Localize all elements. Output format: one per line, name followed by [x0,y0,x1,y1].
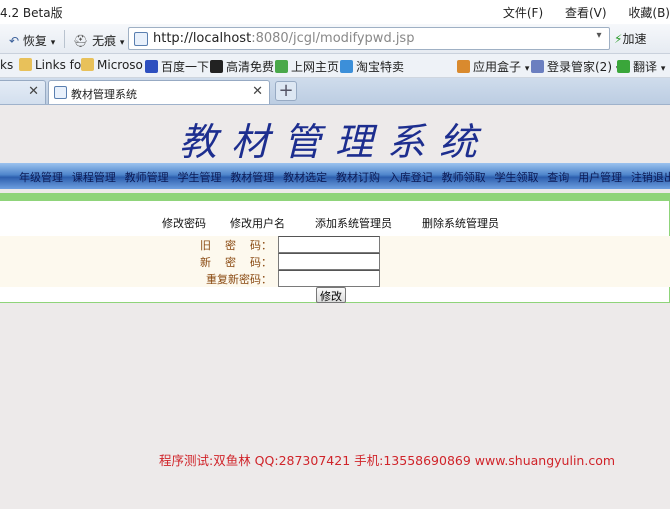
bookmark-item[interactable]: 应用盒子 ▾ [457,58,529,75]
form-row: 新 密 码： [0,253,670,270]
bookmark-item[interactable]: 淘宝特卖 [340,58,404,75]
bookmark-item[interactable]: 上网主页 [275,58,339,75]
bookmark-item[interactable]: 登录管家(2) ▾ [531,58,620,75]
video-icon [210,60,223,73]
apps-icon [457,60,470,73]
toolbar-divider [64,30,65,48]
window-title: 4.2 Beta版 [0,6,63,20]
folder-icon [81,58,94,71]
bookmark-item[interactable]: 高清免费 [210,58,274,75]
subnav-change-username[interactable]: 修改用户名 [230,215,285,231]
nav-grade[interactable]: 年级管理 [19,171,63,184]
browser-titlebar: 4.2 Beta版 文件(F) 查看(V) 收藏(B) [0,0,670,24]
bookmark-item[interactable]: Links fo [19,58,81,72]
menu-favorites[interactable]: 收藏(B) [628,6,670,20]
bookmark-item[interactable]: Microso [81,58,143,72]
new-password-label: 新 密 码： [200,256,272,269]
tab-previous[interactable]: ✕ [0,80,46,104]
app-header: 教材管理系统 [0,105,670,164]
nav-student-receive[interactable]: 学生领取 [494,171,538,184]
page-title: 教材管理系统 [178,120,491,164]
key-icon [531,60,544,73]
home-icon [275,60,288,73]
nav-stock-in[interactable]: 入库登记 [389,171,433,184]
chevron-down-icon[interactable]: ▾ [591,30,607,47]
nav-query[interactable]: 查询 [547,171,569,184]
menu-view[interactable]: 查看(V) [565,6,607,20]
restore-button[interactable]: ↶ 恢复 ▾ [4,28,60,50]
translate-icon [617,60,630,73]
nav-logout[interactable]: 注销退出 [631,171,670,184]
subnav-delete-admin[interactable]: 删除系统管理员 [422,215,499,231]
sub-nav: 修改密码 修改用户名 添加系统管理员 删除系统管理员 [0,215,670,235]
repeat-password-input[interactable] [278,270,380,287]
bookmark-item[interactable]: ks [0,58,13,72]
browser-toolbar: ↶ 恢复 ▾ ⛑ 无痕 ▾ http://localhost:8080/jcgl… [0,24,670,54]
nav-teacher-receive[interactable]: 教师领取 [442,171,486,184]
old-password-input[interactable] [278,236,380,253]
subnav-change-password[interactable]: 修改密码 [162,215,206,231]
taobao-icon [340,60,353,73]
undo-icon: ↶ [9,34,20,48]
chevron-down-icon: ▾ [524,64,530,74]
repeat-password-label: 重复新密码： [206,273,272,286]
tab-bar: ✕ 教材管理系统 ✕ + [0,78,670,105]
page-icon [54,86,67,99]
subnav-add-admin[interactable]: 添加系统管理员 [315,215,392,231]
nav-teacher[interactable]: 教师管理 [125,171,169,184]
divider [0,193,670,201]
page-icon [134,32,148,46]
tab-active[interactable]: 教材管理系统 ✕ [48,80,270,104]
bookmark-item[interactable]: 翻译 ▾ [617,58,665,75]
new-password-input[interactable] [278,253,380,270]
nav-course[interactable]: 课程管理 [72,171,116,184]
nav-student[interactable]: 学生管理 [177,171,221,184]
main-nav: 年级管理 课程管理 教师管理 学生管理 教材管理 教材选定 教材订购 入库登记 … [0,163,670,189]
nav-selection[interactable]: 教材选定 [283,171,327,184]
chevron-down-icon: ▾ [660,64,666,74]
footer-credits: 程序测试:双鱼林 QQ:287307421 手机:13558690869 www… [159,453,616,468]
chevron-down-icon: ▾ [119,38,125,48]
old-password-label: 旧 密 码： [200,239,272,252]
incognito-icon: ⛑ [73,34,89,48]
chevron-down-icon: ▾ [50,38,56,48]
form-row: 重复新密码： [0,270,670,287]
bookmarks-bar: ks Links fo Microso 百度一下 高清免费 上网主页 淘宝特卖 … [0,54,670,78]
browser-menu: 文件(F) 查看(V) 收藏(B) [485,4,670,21]
page-content: 教材管理系统 年级管理 课程管理 教师管理 学生管理 教材管理 教材选定 教材订… [0,105,670,509]
nav-order[interactable]: 教材订购 [336,171,380,184]
menu-file[interactable]: 文件(F) [503,6,543,20]
address-bar[interactable]: http://localhost:8080/jcgl/modifypwd.jsp… [128,27,610,50]
nav-user-admin[interactable]: 用户管理 [578,171,622,184]
form-row: 旧 密 码： [0,236,670,253]
close-icon[interactable]: ✕ [252,84,263,99]
url-text[interactable]: http://localhost:8080/jcgl/modifypwd.jsp [153,31,414,46]
modify-button[interactable]: 修改 [316,287,346,303]
password-panel: 修改密码 修改用户名 添加系统管理员 删除系统管理员 旧 密 码： 新 密 码：… [0,201,670,303]
folder-icon [19,58,32,71]
nav-textbook[interactable]: 教材管理 [230,171,274,184]
bookmark-item[interactable]: 百度一下 [145,58,209,75]
close-icon[interactable]: ✕ [28,84,39,99]
accelerate-button[interactable]: ⚡加速 [614,30,646,47]
new-tab-button[interactable]: + [275,81,297,101]
incognito-button[interactable]: ⛑ 无痕 ▾ [68,28,129,50]
baidu-icon [145,60,158,73]
